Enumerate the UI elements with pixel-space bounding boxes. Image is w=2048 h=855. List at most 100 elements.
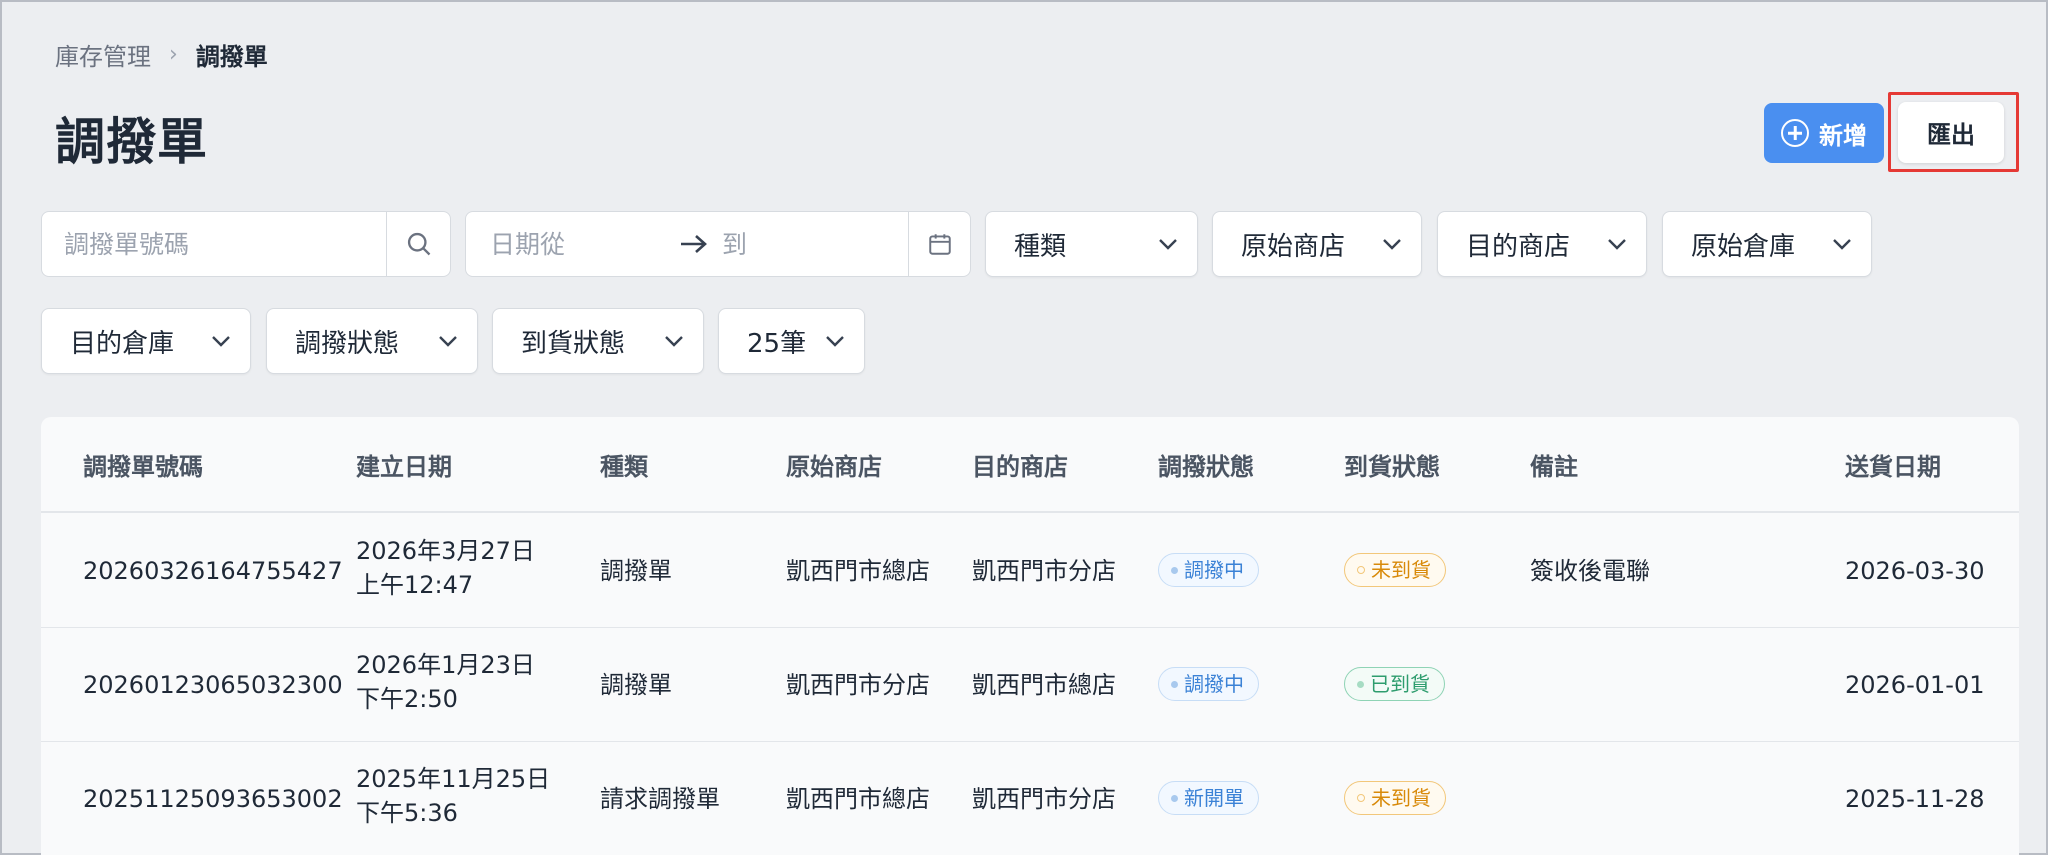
chevron-down-icon [663,334,685,348]
column-header-transfer-status[interactable]: 調撥狀態 [1158,447,1254,482]
cell-delivery-date: 2026-03-30 [1845,557,1985,585]
table-row[interactable]: 20260123065032300 2026年1月23日 下午2:50 調撥單 … [41,628,2019,742]
transfer-orders-table: 調撥單號碼 建立日期 種類 原始商店 目的商店 調撥狀態 到貨狀態 備註 送貨日… [41,417,2019,855]
table-header-row: 調撥單號碼 建立日期 種類 原始商店 目的商店 調撥狀態 到貨狀態 備註 送貨日… [41,417,2019,513]
cell-created: 2025年11月25日 下午5:36 [356,762,550,830]
status-dot-icon [1171,680,1178,688]
cell-created-date: 2026年3月27日 [356,537,535,565]
status-dot-icon [1171,794,1178,802]
page-title: 調撥單 [55,113,208,171]
cell-delivery-date: 2025-11-28 [1845,785,1985,813]
arrival-status-badge: 已到貨 [1344,667,1445,701]
cell-number[interactable]: 20260326164755427 [83,554,343,588]
search-button[interactable] [386,212,450,276]
transfer-number-search-input[interactable] [42,212,386,276]
breadcrumb: 庫存管理 › 調撥單 [55,36,268,72]
cell-source-store: 凱西門市分店 [786,671,930,699]
cell-type: 請求調撥單 [600,785,720,813]
date-from-input[interactable] [466,229,666,259]
column-header-number[interactable]: 調撥單號碼 [83,447,203,482]
cell-type: 調撥單 [600,557,672,585]
add-new-button-label: 新增 [1819,121,1867,150]
arrival-status-filter-dropdown[interactable]: 到貨狀態 [492,308,704,374]
arrival-status-badge: 未到貨 [1344,781,1446,815]
page-size-dropdown[interactable]: 25筆 [718,308,865,374]
cell-created-time: 下午2:50 [356,685,458,713]
column-header-created-date[interactable]: 建立日期 [356,447,452,482]
date-range-picker [465,211,971,277]
search-icon [407,232,430,256]
status-dot-icon [1357,680,1364,688]
chevron-down-icon [1831,237,1853,251]
dropdown-label: 目的倉庫 [70,328,175,359]
cell-created-time: 上午12:47 [356,571,474,599]
transfer-status-badge: 調撥中 [1158,553,1259,587]
transfer-status-filter-dropdown[interactable]: 調撥狀態 [266,308,478,374]
cell-created-time: 下午5:36 [356,799,458,827]
column-header-source-store[interactable]: 原始商店 [786,447,882,482]
calendar-button[interactable] [908,212,970,276]
transfer-status-badge: 調撥中 [1158,667,1259,701]
dropdown-label: 到貨狀態 [521,328,626,359]
plus-circle-icon [1781,119,1809,147]
cell-created: 2026年3月27日 上午12:47 [356,534,535,602]
dropdown-label: 原始倉庫 [1691,231,1796,262]
search-field-group [41,211,451,277]
cell-source-store: 凱西門市總店 [786,557,930,585]
badge-label: 調撥中 [1184,672,1244,696]
dropdown-label: 目的商店 [1466,231,1571,262]
cell-dest-store: 凱西門市分店 [972,557,1116,585]
dest-warehouse-filter-dropdown[interactable]: 目的倉庫 [41,308,251,374]
arrival-status-badge: 未到貨 [1344,553,1446,587]
add-new-button[interactable]: 新增 [1764,103,1884,163]
badge-label: 已到貨 [1370,672,1430,696]
arrow-right-icon [666,232,722,256]
column-header-dest-store[interactable]: 目的商店 [972,447,1068,482]
column-header-type[interactable]: 種類 [600,447,648,482]
source-warehouse-filter-dropdown[interactable]: 原始倉庫 [1662,211,1872,277]
type-filter-dropdown[interactable]: 種類 [985,211,1198,277]
dropdown-label: 25筆 [747,328,807,359]
dropdown-label: 調撥狀態 [295,328,400,359]
chevron-down-icon [1381,237,1403,251]
cell-note: 簽收後電聯 [1530,557,1650,585]
dropdown-label: 種類 [1014,231,1067,262]
cell-created: 2026年1月23日 下午2:50 [356,648,535,716]
status-dot-icon [1171,566,1178,574]
status-dot-icon [1357,794,1365,802]
cell-type: 調撥單 [600,671,672,699]
export-button-label: 匯出 [1927,121,1975,149]
export-button[interactable]: 匯出 [1898,102,2004,163]
transfer-status-badge: 新開單 [1158,781,1259,815]
table-row[interactable]: 20260326164755427 2026年3月27日 上午12:47 調撥單… [41,514,2019,628]
cell-delivery-date: 2026-01-01 [1845,671,1985,699]
cell-dest-store: 凱西門市分店 [972,785,1116,813]
column-header-arrival-status[interactable]: 到貨狀態 [1344,447,1440,482]
chevron-down-icon [824,334,846,348]
chevron-down-icon [1157,237,1179,251]
calendar-icon [928,234,951,255]
badge-label: 未到貨 [1371,558,1431,582]
status-dot-icon [1357,566,1365,574]
badge-label: 調撥中 [1184,558,1244,582]
breadcrumb-separator: › [169,41,178,67]
column-header-note[interactable]: 備註 [1530,447,1578,482]
badge-label: 未到貨 [1371,786,1431,810]
breadcrumb-parent-link[interactable]: 庫存管理 [55,37,151,72]
cell-dest-store: 凱西門市總店 [972,671,1116,699]
source-store-filter-dropdown[interactable]: 原始商店 [1212,211,1422,277]
date-to-input[interactable] [722,229,902,259]
cell-source-store: 凱西門市總店 [786,785,930,813]
chevron-down-icon [210,334,232,348]
app-window: 庫存管理 › 調撥單 調撥單 新增 匯出 種類 原始商店 [0,0,2048,855]
chevron-down-icon [437,334,459,348]
breadcrumb-current: 調撥單 [195,42,268,71]
cell-created-date: 2025年11月25日 [356,765,551,793]
chevron-down-icon [1606,237,1628,251]
dropdown-label: 原始商店 [1241,231,1346,262]
dest-store-filter-dropdown[interactable]: 目的商店 [1437,211,1647,277]
column-header-delivery-date[interactable]: 送貨日期 [1845,447,1941,482]
table-row[interactable]: 20251125093653002 2025年11月25日 下午5:36 請求調… [41,742,2019,855]
cell-number[interactable]: 20251125093653002 [83,782,343,816]
cell-number[interactable]: 20260123065032300 [83,668,343,702]
